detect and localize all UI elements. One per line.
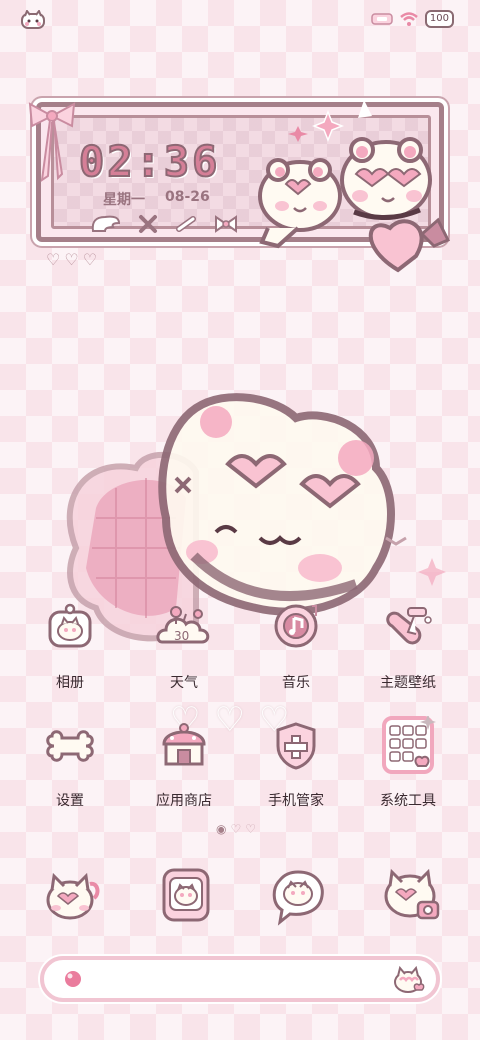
page-dot-active: ◉ [216, 822, 227, 836]
search-cat-icon[interactable] [392, 964, 426, 996]
messages-cat-icon[interactable] [156, 864, 220, 928]
status-icons: 100 [371, 10, 454, 28]
app-label: 系统工具 [380, 792, 436, 808]
app-photo-album[interactable]: 相册 [14, 598, 126, 722]
clock-decor-icons [89, 213, 239, 235]
search-bar[interactable] [40, 956, 440, 1002]
app-label: 手机管家 [268, 792, 324, 808]
weather-icon: 30 [156, 606, 210, 644]
app-label: 设置 [56, 792, 84, 808]
app-theme-wallpaper[interactable]: 主题壁纸 [352, 598, 464, 722]
cross-icon [139, 215, 157, 233]
clock-weekday: 星期一 [103, 192, 145, 208]
page-dot: ♡ [230, 822, 242, 836]
bone-icon [176, 216, 196, 232]
vibrate-icon [371, 13, 393, 25]
theme-wallpaper-icon [386, 607, 432, 645]
photo-album-icon [48, 603, 92, 648]
phone-manager-icon [276, 722, 316, 770]
app-label: 应用商店 [156, 792, 212, 808]
page-indicator[interactable]: ◉ ♡ ♡ [216, 822, 256, 836]
pink-bow-decoration [28, 102, 76, 182]
weather-temp-badge: 30 [174, 629, 189, 643]
cat-notification-icon [21, 10, 45, 29]
app-label: 主题壁纸 [380, 674, 436, 690]
app-store-icon [162, 723, 206, 766]
music-icon [274, 604, 318, 648]
clock-date-row: 星期一 08-26 [103, 189, 210, 209]
chat-bubble-cat-icon[interactable] [266, 864, 330, 928]
app-label: 天气 [170, 674, 198, 690]
clock-pixel-hearts: ♡ ♡ ♡ [46, 250, 97, 269]
app-system-tools[interactable]: 系统工具 [352, 716, 464, 840]
clock-time: 02:36 [78, 136, 221, 187]
wing-icon [91, 215, 121, 232]
heart-icon: ♡ [64, 250, 79, 269]
phone-cat-icon[interactable] [40, 864, 104, 928]
battery-level: 100 [424, 10, 454, 28]
app-phone-manager[interactable]: 手机管家 [240, 716, 352, 840]
app-label: 相册 [56, 674, 84, 690]
search-input[interactable] [92, 966, 382, 992]
app-label: 音乐 [282, 674, 310, 690]
cat-couple-illustration [258, 100, 451, 273]
camera-cat-icon[interactable] [380, 864, 444, 928]
clock-date: 08-26 [165, 189, 210, 205]
heart-icon: ♡ [82, 250, 98, 269]
page-dot: ♡ [245, 822, 257, 836]
bow-icon [215, 215, 237, 233]
system-tools-icon [382, 716, 436, 774]
pink-ball-icon [65, 971, 81, 987]
heart-icon: ♡ [46, 250, 61, 269]
app-settings[interactable]: 设置 [14, 716, 126, 840]
clock-widget[interactable]: 02:36 星期一 08-26 ♡ ♡ ♡ [24, 96, 456, 282]
settings-bone-icon [46, 730, 94, 762]
status-bar: 100 [0, 0, 480, 40]
wifi-icon [400, 12, 418, 26]
